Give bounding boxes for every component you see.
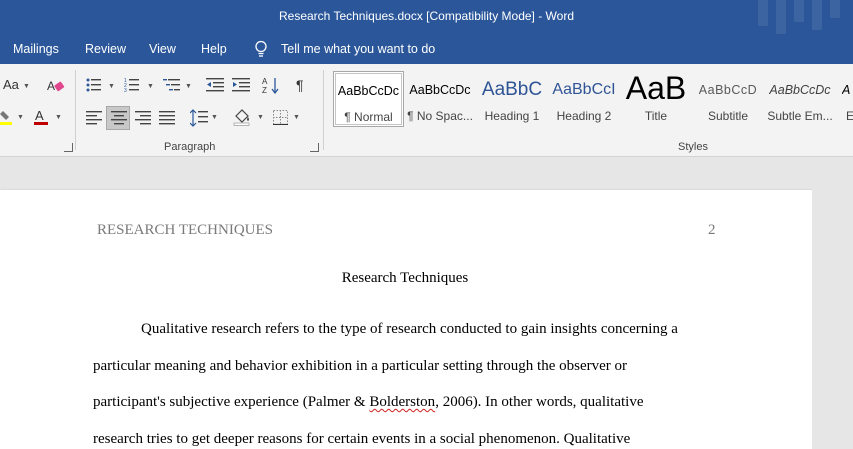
paragraph-dialog-launcher[interactable]	[310, 143, 319, 152]
style-name: E	[846, 109, 853, 123]
justify-icon[interactable]	[159, 111, 175, 125]
style-preview: AaBbCcDc	[337, 84, 400, 98]
title-bar: Research Techniques.docx [Compatibility …	[0, 0, 853, 34]
tab-review[interactable]: Review	[85, 42, 126, 56]
tab-view[interactable]: View	[149, 42, 176, 56]
chevron-down-icon[interactable]: ▼	[147, 83, 154, 90]
vertical-scrollbar[interactable]	[812, 157, 853, 449]
page-number: 2	[708, 222, 716, 238]
line-spacing-icon[interactable]	[190, 109, 208, 127]
style-name: ¶ No Spac...	[407, 109, 473, 123]
body-text-line: Qualitative research refers to the type …	[141, 321, 678, 337]
body-text-segment: participant's subjective experience (Pal…	[93, 394, 370, 410]
chevron-down-icon[interactable]: ▼	[185, 83, 192, 90]
style-subtle-emphasis[interactable]: AaBbCcDc Subtle Em...	[766, 71, 834, 127]
decrease-indent-icon[interactable]	[206, 78, 224, 92]
style-name: Heading 1	[484, 109, 540, 123]
group-separator	[75, 70, 76, 150]
increase-indent-icon[interactable]	[232, 78, 250, 92]
align-center-icon[interactable]	[111, 111, 127, 125]
chevron-down-icon[interactable]: ▼	[211, 114, 218, 121]
chevron-down-icon[interactable]: ▼	[17, 114, 24, 121]
svg-text:A: A	[47, 79, 55, 93]
style-name: ¶ Normal	[344, 110, 393, 124]
style-subtitle[interactable]: AaBbCcD Subtitle	[694, 71, 762, 127]
body-text-line: participant's subjective experience (Pal…	[93, 394, 643, 411]
style-preview: AaB	[625, 70, 687, 106]
body-text-segment: , 2006). In other words, qualitative	[435, 394, 644, 410]
style-preview: AaBbC	[481, 79, 543, 100]
ribbon-tabs: Mailings Review View Help Tell me what y…	[0, 34, 853, 64]
highlight-color-icon[interactable]	[0, 109, 14, 125]
style-emphasis[interactable]: A E	[838, 71, 853, 127]
tell-me-search[interactable]: Tell me what you want to do	[281, 42, 435, 56]
chevron-down-icon[interactable]: ▼	[293, 114, 300, 121]
chevron-down-icon[interactable]: ▼	[55, 114, 62, 121]
tab-help[interactable]: Help	[201, 42, 227, 56]
svg-text:Z: Z	[262, 86, 267, 94]
svg-text:A: A	[262, 77, 268, 86]
shading-icon[interactable]	[233, 108, 251, 126]
show-formatting-marks-icon[interactable]: ¶	[296, 78, 304, 92]
sort-icon[interactable]: A Z	[262, 76, 280, 94]
tab-mailings[interactable]: Mailings	[13, 42, 59, 56]
align-center-button[interactable]	[106, 106, 130, 130]
style-preview: AaBbCcDc	[409, 83, 471, 97]
running-header: RESEARCH TECHNIQUES	[97, 222, 273, 238]
style-name: Title	[644, 109, 668, 123]
window-title: Research Techniques.docx [Compatibility …	[278, 9, 575, 23]
style-normal[interactable]: AaBbCcDc ¶ Normal	[333, 71, 404, 127]
clear-formatting-icon[interactable]: A	[47, 78, 65, 94]
group-separator	[323, 70, 324, 150]
style-preview: AaBbCcI	[552, 81, 616, 98]
svg-text:A: A	[35, 108, 44, 123]
borders-icon[interactable]	[273, 110, 288, 125]
lightbulb-icon[interactable]	[254, 40, 268, 58]
style-preview: AaBbCcDc	[769, 83, 831, 97]
body-text-line: particular meaning and behavior exhibiti…	[93, 358, 627, 374]
paragraph-group-label: Paragraph	[164, 141, 216, 153]
bullets-icon[interactable]	[86, 78, 102, 92]
style-preview: A	[842, 83, 851, 97]
style-heading-2[interactable]: AaBbCcI Heading 2	[550, 71, 618, 127]
document-title: Research Techniques	[341, 270, 469, 286]
style-name: Subtle Em...	[767, 109, 833, 123]
align-right-icon[interactable]	[135, 111, 151, 125]
chevron-down-icon[interactable]: ▼	[257, 114, 264, 121]
style-no-spacing[interactable]: AaBbCcDc ¶ No Spac...	[406, 71, 474, 127]
chevron-down-icon[interactable]: ▼	[108, 83, 115, 90]
style-name: Subtitle	[707, 109, 749, 123]
spelling-flagged-word[interactable]: Bolderston	[369, 394, 435, 410]
multilevel-list-icon[interactable]	[163, 78, 181, 92]
numbering-icon[interactable]: 1 2 3	[124, 78, 140, 92]
styles-group-label: Styles	[678, 141, 708, 153]
change-case-button[interactable]: Aa	[3, 78, 19, 92]
align-left-icon[interactable]	[86, 111, 102, 125]
style-heading-1[interactable]: AaBbC Heading 1	[478, 71, 546, 127]
body-text-line: research tries to get deeper reasons for…	[93, 431, 631, 447]
style-name: Heading 2	[556, 109, 612, 123]
style-preview: AaBbCcD	[698, 83, 758, 97]
svg-text:3: 3	[124, 88, 127, 92]
style-title[interactable]: AaB Title	[622, 70, 690, 127]
chevron-down-icon[interactable]: ▼	[23, 83, 30, 90]
font-dialog-launcher[interactable]	[64, 143, 73, 152]
font-color-icon[interactable]: A	[33, 108, 49, 126]
